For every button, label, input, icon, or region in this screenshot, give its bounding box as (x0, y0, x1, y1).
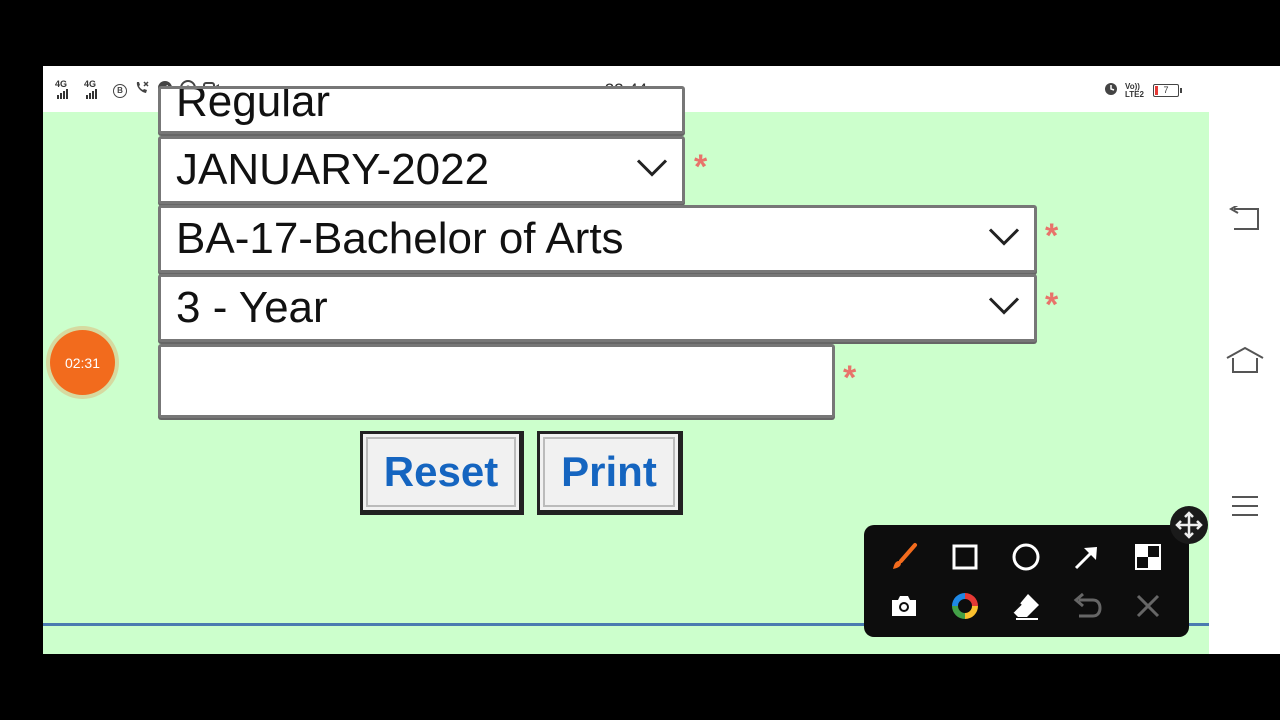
screen-annotation-toolbar (864, 525, 1189, 637)
exam-type-value: Regular (176, 86, 331, 126)
undo-icon[interactable] (1069, 588, 1105, 624)
chevron-down-icon (636, 158, 668, 183)
session-select[interactable]: JANUARY-2022 (158, 136, 685, 204)
required-marker: * (1045, 286, 1059, 324)
chevron-down-icon (988, 227, 1020, 252)
circle-icon[interactable] (1008, 539, 1044, 575)
battery-level: 7 (1163, 85, 1169, 95)
required-marker: * (694, 148, 708, 186)
mosaic-icon[interactable] (1130, 539, 1166, 575)
color-wheel-icon[interactable] (947, 588, 983, 624)
arrow-icon[interactable] (1069, 539, 1105, 575)
back-icon[interactable] (1209, 206, 1280, 232)
chevron-down-icon (988, 296, 1020, 321)
eraser-icon[interactable] (1008, 588, 1044, 624)
brush-icon[interactable] (886, 539, 922, 575)
print-label: Print (561, 448, 657, 495)
square-icon[interactable] (947, 539, 983, 575)
session-value: JANUARY-2022 (176, 145, 490, 194)
home-icon[interactable] (1209, 346, 1280, 374)
course-value: BA-17-Bachelor of Arts (176, 214, 624, 263)
reset-button[interactable]: Reset (360, 431, 524, 515)
required-marker: * (1045, 217, 1059, 255)
volte-icon: Vo)) LTE2 (1125, 81, 1144, 99)
battery-icon: 7 (1153, 84, 1182, 97)
required-marker: * (843, 359, 857, 397)
reset-label: Reset (383, 448, 499, 495)
move-handle-icon[interactable] (1170, 506, 1208, 544)
course-select[interactable]: BA-17-Bachelor of Arts (158, 205, 1037, 273)
close-icon[interactable] (1130, 588, 1166, 624)
year-value: 3 - Year (176, 283, 328, 332)
alarm-icon (1103, 80, 1119, 101)
camera-icon[interactable] (886, 588, 922, 624)
navigation-bar (1209, 66, 1280, 654)
exam-type-select[interactable]: Regular (158, 86, 685, 134)
print-button[interactable]: Print (537, 431, 683, 515)
roll-number-input[interactable] (158, 344, 835, 418)
year-select[interactable]: 3 - Year (158, 274, 1037, 342)
menu-icon[interactable] (1209, 494, 1280, 518)
recording-timer[interactable]: 02:31 (50, 330, 115, 395)
status-icons-right: Vo)) LTE2 7 (1103, 80, 1182, 101)
